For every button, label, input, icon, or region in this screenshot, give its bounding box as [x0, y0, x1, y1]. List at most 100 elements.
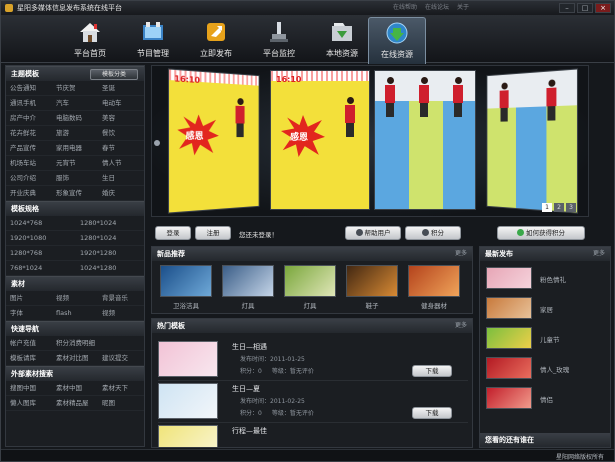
theme-category-item[interactable]: 生日 — [98, 171, 144, 186]
material-item[interactable]: 图片 — [6, 291, 52, 306]
carousel-page-2[interactable]: 2 — [554, 203, 564, 212]
hot-template-meta: 积分：0 等级：暂无评价 — [240, 408, 314, 417]
material-section-header: 素材 — [6, 276, 144, 291]
help-link[interactable]: 在线帮助 — [393, 2, 417, 11]
theme-category-item[interactable]: 婚庆 — [98, 186, 144, 201]
service-item[interactable]: 模板请库 — [6, 351, 52, 366]
size-option-item[interactable]: 1280*1024 — [76, 216, 144, 231]
theme-category-item[interactable]: 圣诞 — [98, 81, 144, 96]
maximize-button[interactable]: □ — [577, 3, 593, 13]
size-option-item[interactable]: 768*1024 — [6, 261, 76, 276]
recommend-thumb[interactable]: 灯具 — [284, 265, 336, 310]
theme-category-item[interactable]: 情人节 — [98, 156, 144, 171]
recommend-list: 卫浴洁具 灯具 灯具 鞋子 健身器材 — [160, 265, 460, 310]
nav-monitor[interactable]: 平台监控 — [250, 17, 308, 61]
theme-category-item[interactable]: 公司介绍 — [6, 171, 52, 186]
external-site-item[interactable]: 搜图中国 — [6, 381, 52, 396]
theme-category-item[interactable]: 房产中介 — [6, 111, 52, 126]
theme-category-item[interactable]: 形象宣传 — [52, 186, 98, 201]
theme-category-item[interactable]: 旅游 — [52, 126, 98, 141]
recommend-thumb[interactable]: 卫浴洁具 — [160, 265, 212, 310]
material-item[interactable]: 视频 — [52, 291, 98, 306]
theme-category-item[interactable]: 节庆贺 — [52, 81, 98, 96]
help-user-button[interactable]: 帮助用户 — [345, 226, 401, 240]
download-button[interactable]: 下载 — [412, 407, 452, 419]
hot-templates-more-link[interactable]: 更多 — [455, 319, 467, 333]
latest-publish-item[interactable]: 粉色情礼 — [486, 267, 606, 289]
latest-publish-item[interactable]: 情人_玫瑰 — [486, 357, 606, 379]
theme-category-item[interactable]: 服饰 — [52, 171, 98, 186]
service-item[interactable]: 建议提交 — [98, 351, 144, 366]
material-item[interactable]: 背景音乐 — [98, 291, 144, 306]
recommend-thumb[interactable]: 健身器材 — [408, 265, 460, 310]
recommend-thumb[interactable]: 鞋子 — [346, 265, 398, 310]
hot-template-row[interactable]: 生日—相遇 发布时间：2011-01-25 积分：0 等级：暂无评价 下载 — [158, 339, 468, 381]
size-option-item[interactable]: 1280*768 — [6, 246, 76, 261]
nav-programs[interactable]: 节目管理 — [124, 17, 182, 61]
theme-category-item[interactable]: 产品宣传 — [6, 141, 52, 156]
login-button[interactable]: 登录 — [155, 226, 191, 240]
carousel-slide[interactable]: 16:10 感恩 — [167, 68, 260, 214]
theme-category-item[interactable]: 餐饮 — [98, 126, 144, 141]
carousel-slide[interactable]: 16:10 感恩 — [270, 70, 370, 210]
close-button[interactable]: × — [595, 3, 611, 13]
carousel-prev-icon[interactable] — [154, 140, 160, 146]
new-recommend-more-link[interactable]: 更多 — [455, 247, 467, 261]
theme-category-item[interactable]: 花卉鲜花 — [6, 126, 52, 141]
size-option-item[interactable]: 1024*768 — [6, 216, 76, 231]
service-item[interactable] — [98, 336, 144, 351]
theme-category-item[interactable]: 开业庆典 — [6, 186, 52, 201]
theme-category-item[interactable]: 汽车 — [52, 96, 98, 111]
material-item[interactable]: 字体 — [6, 306, 52, 321]
download-button[interactable]: 下载 — [412, 365, 452, 377]
nav-local-resource[interactable]: 本地资源 — [313, 17, 371, 61]
template-category-button[interactable]: 模板分类 — [90, 69, 138, 80]
material-item[interactable]: flash — [52, 306, 98, 321]
external-site-item[interactable]: 懒人图库 — [6, 396, 52, 411]
external-site-item[interactable]: 昵图 — [98, 396, 144, 411]
material-item[interactable]: 视频 — [98, 306, 144, 321]
latest-publish-item[interactable]: 家居 — [486, 297, 606, 319]
size-option-item[interactable]: 1024*1280 — [76, 261, 144, 276]
external-site-item[interactable]: 素材精品屋 — [52, 396, 98, 411]
get-points-button[interactable]: 如何获得积分 — [497, 226, 585, 240]
latest-publish-item[interactable]: 儿童节 — [486, 327, 606, 349]
hot-template-row[interactable]: 生日—夏 发布时间：2011-02-25 积分：0 等级：暂无评价 下载 — [158, 381, 468, 423]
theme-category-item[interactable]: 机场车站 — [6, 156, 52, 171]
template-carousel[interactable]: 16:10 感恩 16:10 感恩 1 2 3 — [151, 65, 589, 217]
theme-category-item[interactable]: 电脑数码 — [52, 111, 98, 126]
carousel-slide[interactable] — [374, 70, 476, 210]
service-item[interactable]: 帐户充值 — [6, 336, 52, 351]
theme-category-item[interactable]: 公告通知 — [6, 81, 52, 96]
theme-category-item[interactable]: 春节 — [98, 141, 144, 156]
forum-link[interactable]: 在线论坛 — [425, 2, 449, 11]
theme-category-item[interactable]: 元宵节 — [52, 156, 98, 171]
about-link[interactable]: 关于 — [457, 2, 469, 11]
carousel-page-3[interactable]: 3 — [566, 203, 576, 212]
register-button[interactable]: 注册 — [195, 226, 231, 240]
nav-publish[interactable]: 立即发布 — [187, 17, 245, 61]
latest-publish-thumb — [486, 357, 532, 379]
external-site-item[interactable]: 素材中国 — [52, 381, 98, 396]
service-item[interactable]: 素材对比图 — [52, 351, 98, 366]
minimize-button[interactable]: – — [559, 3, 575, 13]
service-item[interactable]: 积分消费明细 — [52, 336, 98, 351]
hot-template-row[interactable]: 行程—最佳 — [158, 423, 468, 447]
theme-category-item[interactable]: 电动车 — [98, 96, 144, 111]
theme-category-item[interactable]: 通讯手机 — [6, 96, 52, 111]
carousel-page-1[interactable]: 1 — [542, 203, 552, 212]
app-window: 星阳多媒体信息发布系统在线平台 在线帮助 在线论坛 关于 – □ × 平台首页 — [0, 0, 615, 462]
size-option-item[interactable]: 1920*1080 — [6, 231, 76, 246]
size-option-item[interactable]: 1280*1024 — [76, 231, 144, 246]
points-button[interactable]: 积分 — [405, 226, 461, 240]
theme-category-item[interactable]: 美容 — [98, 111, 144, 126]
theme-category-item[interactable]: 家用电器 — [52, 141, 98, 156]
latest-publish-more-link[interactable]: 更多 — [593, 247, 605, 261]
recommend-thumb[interactable]: 灯具 — [222, 265, 274, 310]
external-site-item[interactable]: 素材天下 — [98, 381, 144, 396]
nav-online-resource[interactable]: 在线资源 — [368, 17, 426, 64]
size-option-item[interactable]: 1920*1280 — [76, 246, 144, 261]
nav-home[interactable]: 平台首页 — [61, 17, 119, 61]
carousel-slide[interactable] — [486, 68, 579, 214]
latest-publish-item[interactable]: 情侣 — [486, 387, 606, 409]
